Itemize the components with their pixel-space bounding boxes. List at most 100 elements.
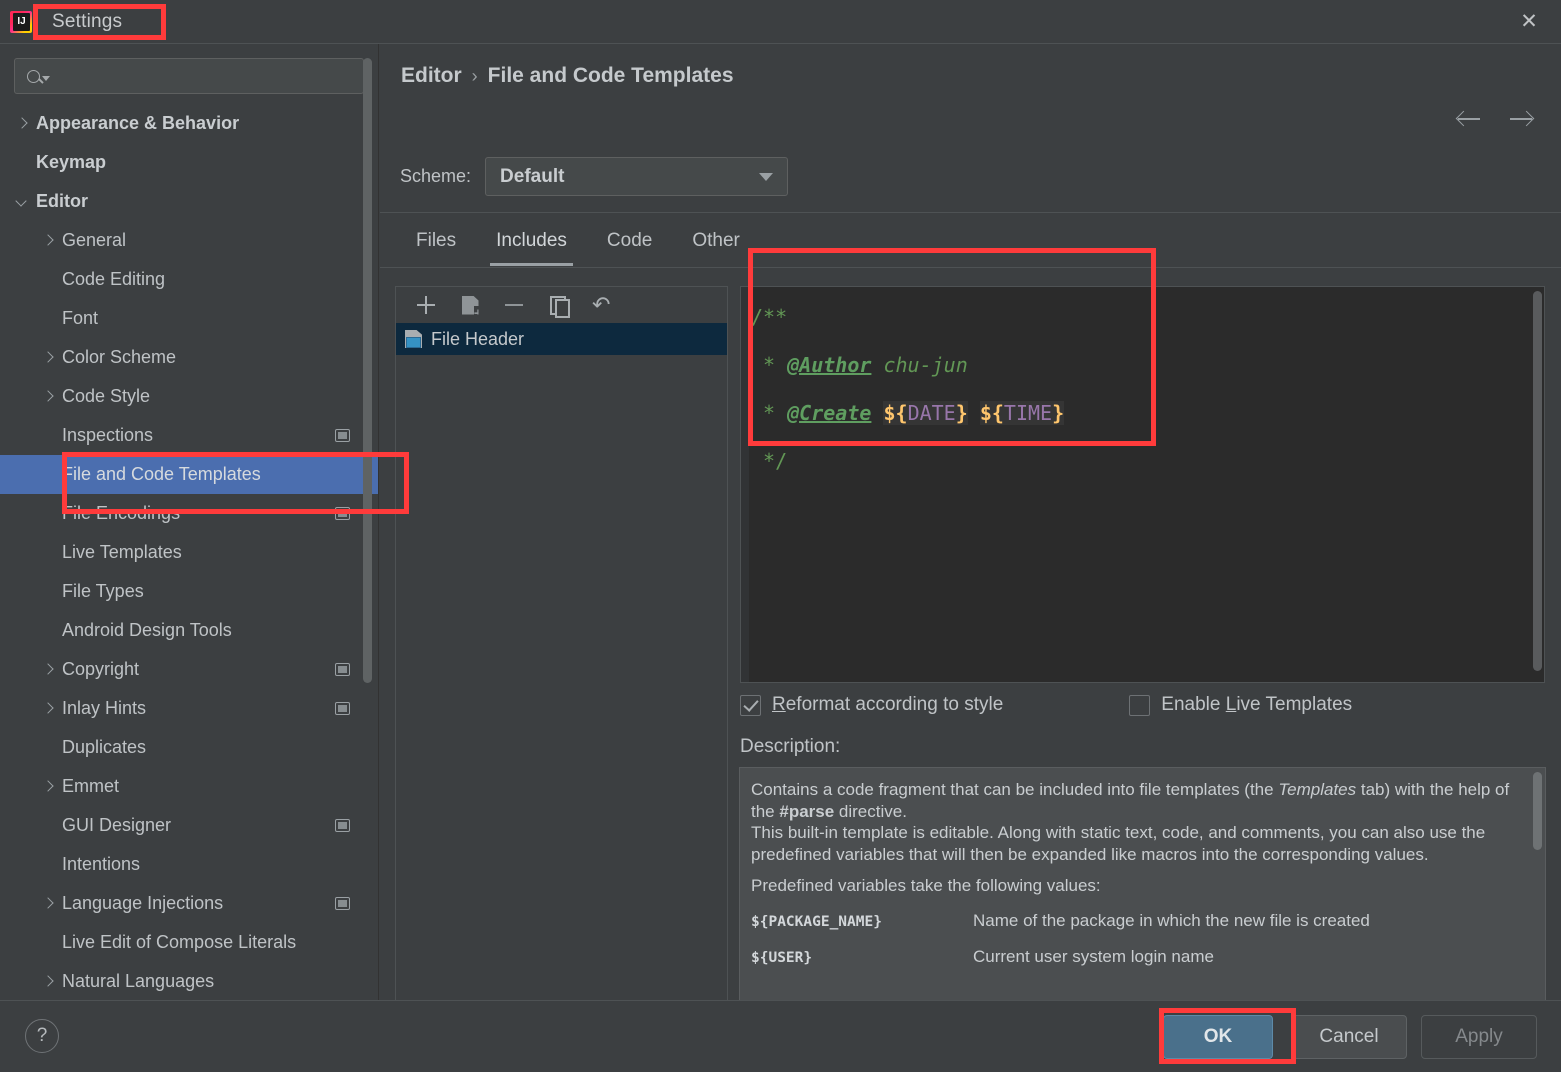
chevron-right-icon[interactable]	[14, 116, 30, 132]
chevron-right-icon[interactable]	[40, 662, 56, 678]
template-variable: ${DATE}	[883, 401, 968, 425]
copy-template-button[interactable]	[536, 288, 580, 322]
undo-icon: ↶	[592, 292, 611, 317]
template-options: Reformat according to style Enable Live T…	[740, 694, 1352, 716]
sidebar-item-label: Android Design Tools	[62, 620, 232, 640]
editor-line: /**	[751, 293, 1526, 341]
sidebar-item-natural-languages[interactable]: Natural Languages	[0, 962, 378, 1000]
chevron-right-icon[interactable]	[40, 389, 56, 405]
sidebar-item-label: Intentions	[62, 854, 141, 874]
editor-token: *	[751, 401, 788, 425]
search-input[interactable]	[50, 67, 363, 85]
variable-description: Current user system login name	[973, 947, 1214, 966]
checkbox-checked-icon[interactable]	[740, 694, 761, 716]
sidebar-item-label: Emmet	[62, 776, 120, 796]
tab-code[interactable]: Code	[587, 220, 672, 266]
sidebar-item-live-templates[interactable]: Live Templates	[0, 533, 378, 572]
chevron-down-icon[interactable]	[14, 194, 30, 210]
project-scope-icon	[335, 819, 350, 832]
tab-includes[interactable]: Includes	[476, 220, 587, 266]
arrow-right-icon[interactable]	[1508, 106, 1534, 132]
sidebar-item-file-and-code-templates[interactable]: File and Code Templates	[0, 455, 378, 494]
checkbox-label: Enable Live Templates	[1161, 694, 1353, 715]
sidebar-item-live-edit-of-compose-literals[interactable]: Live Edit of Compose Literals	[0, 923, 378, 962]
sidebar-item-keymap[interactable]: Keymap	[0, 143, 378, 182]
project-scope-icon	[335, 663, 350, 676]
navigation-arrows	[1456, 106, 1534, 132]
sidebar-item-label: Live Templates	[62, 542, 182, 562]
template-editor-content[interactable]: /** * @Author chu-jun * @Create ${DATE} …	[751, 293, 1526, 485]
reset-template-button[interactable]: ↶	[580, 288, 624, 322]
sidebar-item-emmet[interactable]: Emmet	[0, 767, 378, 806]
checkbox-unchecked-icon[interactable]	[1129, 694, 1151, 716]
breadcrumb-current: File and Code Templates	[487, 64, 734, 87]
question-mark-icon[interactable]: ?	[25, 1019, 59, 1053]
sidebar-item-copyright[interactable]: Copyright	[0, 650, 378, 689]
sidebar-item-intentions[interactable]: Intentions	[0, 845, 378, 884]
header-divider	[380, 212, 1561, 213]
checkbox-reformat-according-to-style[interactable]: Reformat according to style	[740, 694, 1003, 716]
scheme-select[interactable]: Default	[485, 157, 789, 196]
ok-button[interactable]: OK	[1163, 1015, 1273, 1059]
sidebar-item-android-design-tools[interactable]: Android Design Tools	[0, 611, 378, 650]
sidebar-item-inspections[interactable]: Inspections	[0, 416, 378, 455]
variable-name: ${USER}	[751, 950, 813, 966]
editor-token: chu-jun	[871, 353, 968, 377]
close-icon[interactable]: ✕	[1515, 8, 1543, 36]
editor-scrollbar[interactable]	[1533, 291, 1542, 671]
sidebar-item-code-editing[interactable]: Code Editing	[0, 260, 378, 299]
description-panel: Contains a code fragment that can be inc…	[739, 767, 1546, 1023]
sidebar-item-language-injections[interactable]: Language Injections	[0, 884, 378, 923]
sidebar-item-duplicates[interactable]: Duplicates	[0, 728, 378, 767]
breadcrumb-parent[interactable]: Editor	[401, 64, 462, 88]
editor-token: */	[751, 449, 788, 473]
intellij-idea-logo-icon	[10, 10, 32, 33]
checkbox-enable-live-templates[interactable]: Enable Live Templates	[1129, 694, 1352, 716]
variable-name: ${PACKAGE_NAME}	[751, 913, 882, 930]
sidebar-item-font[interactable]: Font	[0, 299, 378, 338]
chevron-right-icon[interactable]	[40, 896, 56, 912]
template-list-item[interactable]: File Header	[396, 323, 727, 355]
tab-other[interactable]: Other	[672, 220, 760, 266]
search-box[interactable]	[14, 58, 364, 94]
chevron-right-icon[interactable]	[40, 974, 56, 990]
chevron-right-icon[interactable]	[40, 701, 56, 717]
sidebar-item-code-style[interactable]: Code Style	[0, 377, 378, 416]
apply-button[interactable]: Apply	[1421, 1015, 1537, 1059]
chevron-right-icon[interactable]	[40, 350, 56, 366]
sidebar-item-general[interactable]: General	[0, 221, 378, 260]
sidebar-item-file-types[interactable]: File Types	[0, 572, 378, 611]
sidebar-item-label: File Encodings	[62, 503, 181, 523]
sidebar-item-appearance-behavior[interactable]: Appearance & Behavior	[0, 104, 378, 143]
arrow-left-icon[interactable]	[1456, 106, 1482, 132]
sidebar-item-inlay-hints[interactable]: Inlay Hints	[0, 689, 378, 728]
settings-content: Editor › File and Code Templates Scheme:…	[380, 44, 1561, 1023]
template-editor[interactable]: /** * @Author chu-jun * @Create ${DATE} …	[740, 286, 1545, 683]
create-template-from-file-button[interactable]	[448, 288, 492, 322]
remove-template-button[interactable]	[492, 288, 536, 322]
sidebar-item-gui-designer[interactable]: GUI Designer	[0, 806, 378, 845]
chevron-right-icon[interactable]	[40, 779, 56, 795]
editor-token	[968, 401, 980, 425]
sidebar-item-color-scheme[interactable]: Color Scheme	[0, 338, 378, 377]
sidebar-item-label: Color Scheme	[62, 347, 177, 367]
add-template-button[interactable]	[404, 288, 448, 322]
cancel-button[interactable]: Cancel	[1291, 1015, 1407, 1059]
tab-files[interactable]: Files	[396, 220, 476, 266]
chevron-right-icon[interactable]	[40, 233, 56, 249]
description-scrollbar[interactable]	[1533, 772, 1542, 850]
breadcrumb-separator-icon: ›	[471, 65, 478, 86]
template-list: File Header	[396, 323, 727, 355]
sidebar-item-editor[interactable]: Editor	[0, 182, 378, 221]
sidebar-scrollbar[interactable]	[363, 58, 372, 683]
project-scope-icon	[335, 507, 350, 520]
sidebar-item-file-encodings[interactable]: File Encodings	[0, 494, 378, 533]
search-area	[0, 44, 378, 104]
